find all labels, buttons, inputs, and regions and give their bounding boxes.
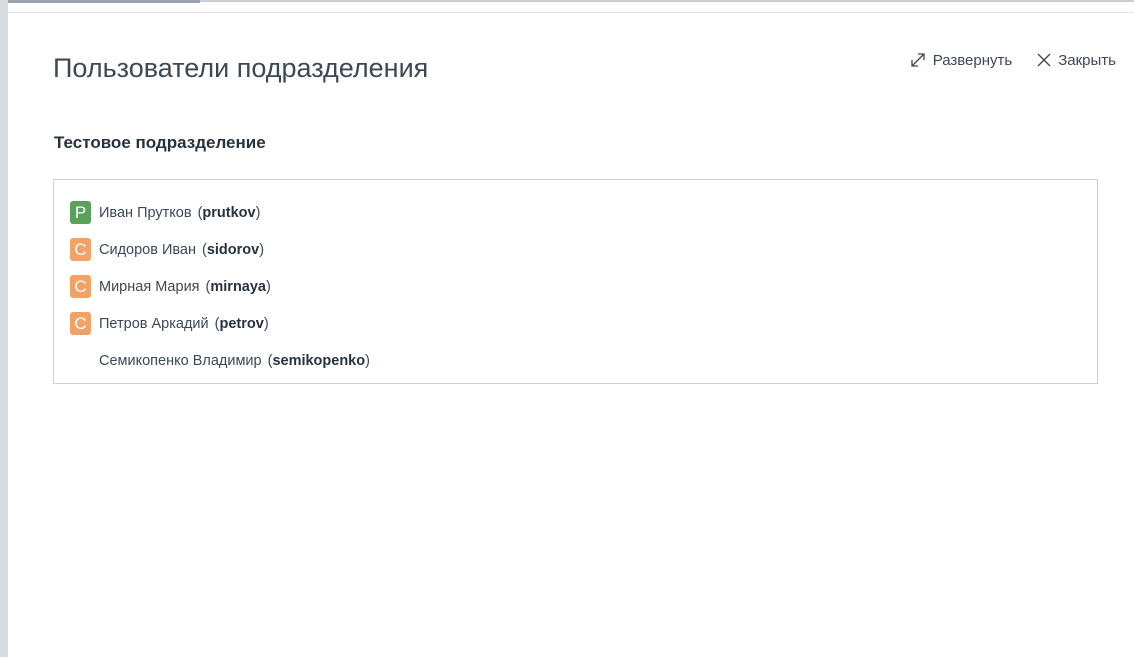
paren-close: ) [255, 204, 261, 221]
user-login: semikopenko [272, 352, 366, 369]
user-name: Петров Аркадий [99, 315, 209, 332]
user-name: Мирная Мария [99, 278, 200, 295]
top-border-accent [0, 0, 200, 3]
user-name: Сидоров Иван [99, 241, 196, 258]
close-icon [1036, 52, 1052, 68]
left-border [0, 0, 8, 657]
paren-close: ) [266, 278, 271, 295]
user-badge: С [70, 275, 91, 298]
user-item[interactable]: С Мирная Мария(mirnaya) [70, 268, 1097, 305]
paren-close: ) [365, 352, 370, 369]
expand-arrows-icon [909, 51, 927, 69]
group-title: Тестовое подразделение [54, 133, 266, 152]
dialog-title: Пользователи подразделения [53, 53, 429, 83]
expand-button[interactable]: Развернуть [909, 51, 1013, 69]
user-item[interactable]: С Петров Аркадий(petrov) [70, 305, 1097, 342]
close-label: Закрыть [1058, 51, 1116, 69]
user-login: mirnaya [210, 278, 266, 295]
expand-label: Развернуть [932, 51, 1013, 69]
user-login: prutkov [202, 204, 256, 221]
users-list-box: Р Иван Прутков(prutkov) С Сидоров Иван(sido… [53, 179, 1098, 384]
close-button[interactable]: Закрыть [1036, 52, 1116, 69]
user-item[interactable]: Семикопенко Владимир(semikopenko) [70, 342, 1097, 379]
user-badge: Р [70, 201, 91, 224]
user-badge: С [70, 312, 91, 335]
paren-close: ) [263, 315, 269, 332]
user-item[interactable]: Р Иван Прутков(prutkov) [70, 194, 1097, 231]
user-login: sidorov [206, 241, 260, 258]
user-name: Иван Прутков [99, 204, 192, 221]
paren-close: ) [259, 241, 265, 258]
user-badge [70, 349, 91, 372]
user-item[interactable]: С Сидоров Иван(sidorov) [70, 231, 1097, 268]
users-list: Р Иван Прутков(prutkov) С Сидоров Иван(sido… [54, 180, 1097, 379]
users-dialog: Пользователи подразделения Развернуть За… [8, 12, 1134, 658]
window: Пользователи подразделения Развернуть За… [0, 0, 1134, 658]
user-name: Семикопенко Владимир [99, 352, 262, 369]
dialog-actions: Развернуть Закрыть [909, 51, 1116, 69]
user-badge: С [70, 238, 91, 261]
user-login: petrov [219, 315, 264, 332]
